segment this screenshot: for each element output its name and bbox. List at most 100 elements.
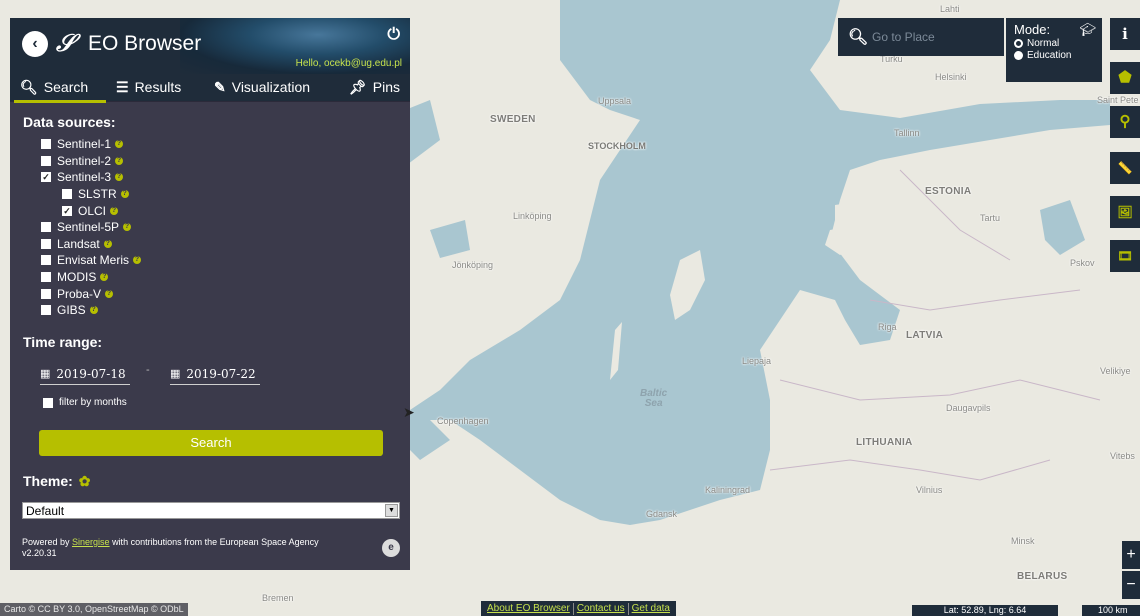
radio-selected[interactable] xyxy=(1014,39,1023,48)
help-icon[interactable]: ? xyxy=(123,223,132,232)
datasource-envisat-meris[interactable]: Envisat Meris? xyxy=(41,252,142,269)
map-label-lithuania: LITHUANIA xyxy=(856,437,913,448)
checkbox[interactable] xyxy=(41,288,51,299)
place-search-input[interactable] xyxy=(872,26,1000,48)
ruler-icon: 📏 xyxy=(1117,161,1133,175)
checkbox[interactable] xyxy=(41,272,51,283)
dropdown-arrow-icon: ▼ xyxy=(385,504,398,517)
tab-search-label: Search xyxy=(43,79,89,95)
map-label-stockholm: STOCKHOLM xyxy=(588,141,646,151)
datasource-modis[interactable]: MODIS? xyxy=(41,269,141,286)
calendar-icon: ▦ xyxy=(40,367,51,380)
map-label-bremen: Bremen xyxy=(262,593,294,603)
checkbox-checked[interactable]: ✓ xyxy=(62,205,72,216)
theme-select[interactable]: Default ▼ xyxy=(22,502,400,519)
checkbox[interactable] xyxy=(41,155,51,166)
filter-by-months-checkbox[interactable]: filter by months xyxy=(43,397,127,408)
mode-option-label: Normal xyxy=(1027,38,1060,49)
tab-pins[interactable]: 📌︎ Pins xyxy=(330,74,410,101)
mode-option-normal[interactable]: Normal xyxy=(1014,38,1094,49)
image-download-button[interactable]: 🖼 xyxy=(1110,196,1140,228)
search-panel: ‹ 𝒮 EO Browser ⏻ Hello, ocekb@ug.edu.pl … xyxy=(10,18,410,570)
contact-us-link[interactable]: Contact us xyxy=(574,603,628,614)
datasource-label: Envisat Meris xyxy=(57,253,130,268)
checkbox-checked[interactable]: ✓ xyxy=(41,172,51,183)
logout-power-icon[interactable]: ⏻ xyxy=(387,26,400,44)
zoom-in-button[interactable]: + xyxy=(1122,541,1140,569)
help-icon[interactable]: ? xyxy=(115,156,124,165)
help-icon[interactable]: ? xyxy=(89,306,98,315)
map-label-riga: Riga xyxy=(878,322,897,332)
tab-results[interactable]: ☰ Results xyxy=(106,74,204,101)
draw-aoi-button[interactable]: ⬟ xyxy=(1110,62,1140,94)
datasource-olci[interactable]: ✓ OLCI? xyxy=(62,202,141,219)
about-eo-browser-link[interactable]: About EO Browser xyxy=(484,603,573,614)
map-label-tartu: Tartu xyxy=(980,213,1001,223)
map-label-uppsala: Uppsala xyxy=(598,96,632,106)
place-search-box: 🔍︎ xyxy=(838,18,1004,56)
help-icon[interactable]: ? xyxy=(103,239,112,248)
map-scale: 100 km xyxy=(1082,605,1140,616)
datasource-label: Sentinel-5P xyxy=(57,220,120,235)
checkbox[interactable] xyxy=(43,397,53,408)
checkbox[interactable] xyxy=(41,238,51,249)
zoom-out-button[interactable]: − xyxy=(1122,571,1140,599)
date-to-value: 2019-07-22 xyxy=(186,366,256,381)
filter-by-months-label: filter by months xyxy=(59,397,127,408)
pentagon-icon: ⬟ xyxy=(1118,69,1132,86)
footer-rest: with contributions from the European Spa… xyxy=(109,537,319,547)
datasource-slstr[interactable]: SLSTR? xyxy=(62,186,141,203)
map-label-lahti: Lahti xyxy=(940,4,960,14)
help-icon[interactable]: ? xyxy=(133,256,142,265)
radio[interactable] xyxy=(1014,51,1023,60)
graduation-cap-icon: 🎓︎ xyxy=(1079,22,1096,37)
tab-search[interactable]: 🔍︎ Search xyxy=(10,74,106,103)
measure-button[interactable]: 📏 xyxy=(1110,152,1140,184)
get-data-link[interactable]: Get data xyxy=(629,603,673,614)
date-separator: - xyxy=(146,364,150,376)
help-icon[interactable]: ? xyxy=(100,273,109,282)
gear-icon[interactable]: ✿ xyxy=(79,473,91,489)
info-button[interactable]: i xyxy=(1110,18,1140,50)
tab-visualization[interactable]: ✎ Visualization xyxy=(204,74,330,101)
user-greeting: Hello, ocekb@ug.edu.pl xyxy=(295,58,402,69)
search-icon[interactable]: 🔍︎ xyxy=(848,27,868,47)
timelapse-button[interactable]: 🎞 xyxy=(1110,240,1140,272)
datasource-label: GIBS xyxy=(57,303,86,318)
list-icon: ☰ xyxy=(116,79,129,95)
help-icon[interactable]: ? xyxy=(120,190,129,199)
chevron-left-icon: ‹ xyxy=(32,35,38,52)
checkbox[interactable] xyxy=(41,222,51,233)
image-download-icon: 🖼 xyxy=(1117,205,1133,219)
help-icon[interactable]: ? xyxy=(110,206,119,215)
map-label-stpete: Saint Pete xyxy=(1097,95,1139,105)
datasource-gibs[interactable]: GIBS? xyxy=(41,302,141,319)
datasource-proba-v[interactable]: Proba-V? xyxy=(41,285,141,302)
help-icon[interactable]: ? xyxy=(105,289,114,298)
map-label-daugavpils: Daugavpils xyxy=(946,403,991,413)
checkbox[interactable] xyxy=(62,189,72,200)
map-label-baltic-sea: Baltic Sea xyxy=(640,388,668,409)
sinergise-link[interactable]: Sinergise xyxy=(72,537,110,547)
help-icon[interactable]: ? xyxy=(115,140,124,149)
help-icon[interactable]: ? xyxy=(115,173,124,182)
datasource-label: Sentinel-2 xyxy=(57,153,112,168)
datasource-sentinel-2[interactable]: Sentinel-2? xyxy=(41,153,141,170)
datasource-sentinel-5p[interactable]: Sentinel-5P? xyxy=(41,219,141,236)
date-to-input[interactable]: ▦ 2019-07-22 xyxy=(170,363,260,385)
mode-option-education[interactable]: Education xyxy=(1014,50,1094,61)
datasource-sentinel-3[interactable]: ✓ Sentinel-3? xyxy=(41,169,141,186)
checkbox[interactable] xyxy=(41,305,51,316)
esa-logo-icon[interactable]: e xyxy=(382,539,400,557)
datasource-landsat[interactable]: Landsat? xyxy=(41,236,141,253)
datasource-sentinel-1[interactable]: Sentinel-1? xyxy=(41,136,141,153)
checkbox[interactable] xyxy=(41,255,51,266)
checkbox[interactable] xyxy=(41,139,51,150)
date-from-input[interactable]: ▦ 2019-07-18 xyxy=(40,363,130,385)
map-label-pskov: Pskov xyxy=(1070,258,1095,268)
search-button[interactable]: Search xyxy=(39,430,383,456)
map-label-kaliningrad: Kaliningrad xyxy=(705,485,751,495)
pin-location-button[interactable]: ⚲ xyxy=(1110,106,1140,138)
map-label-sweden: SWEDEN xyxy=(490,114,536,125)
collapse-panel-button[interactable]: ‹ xyxy=(22,31,48,57)
